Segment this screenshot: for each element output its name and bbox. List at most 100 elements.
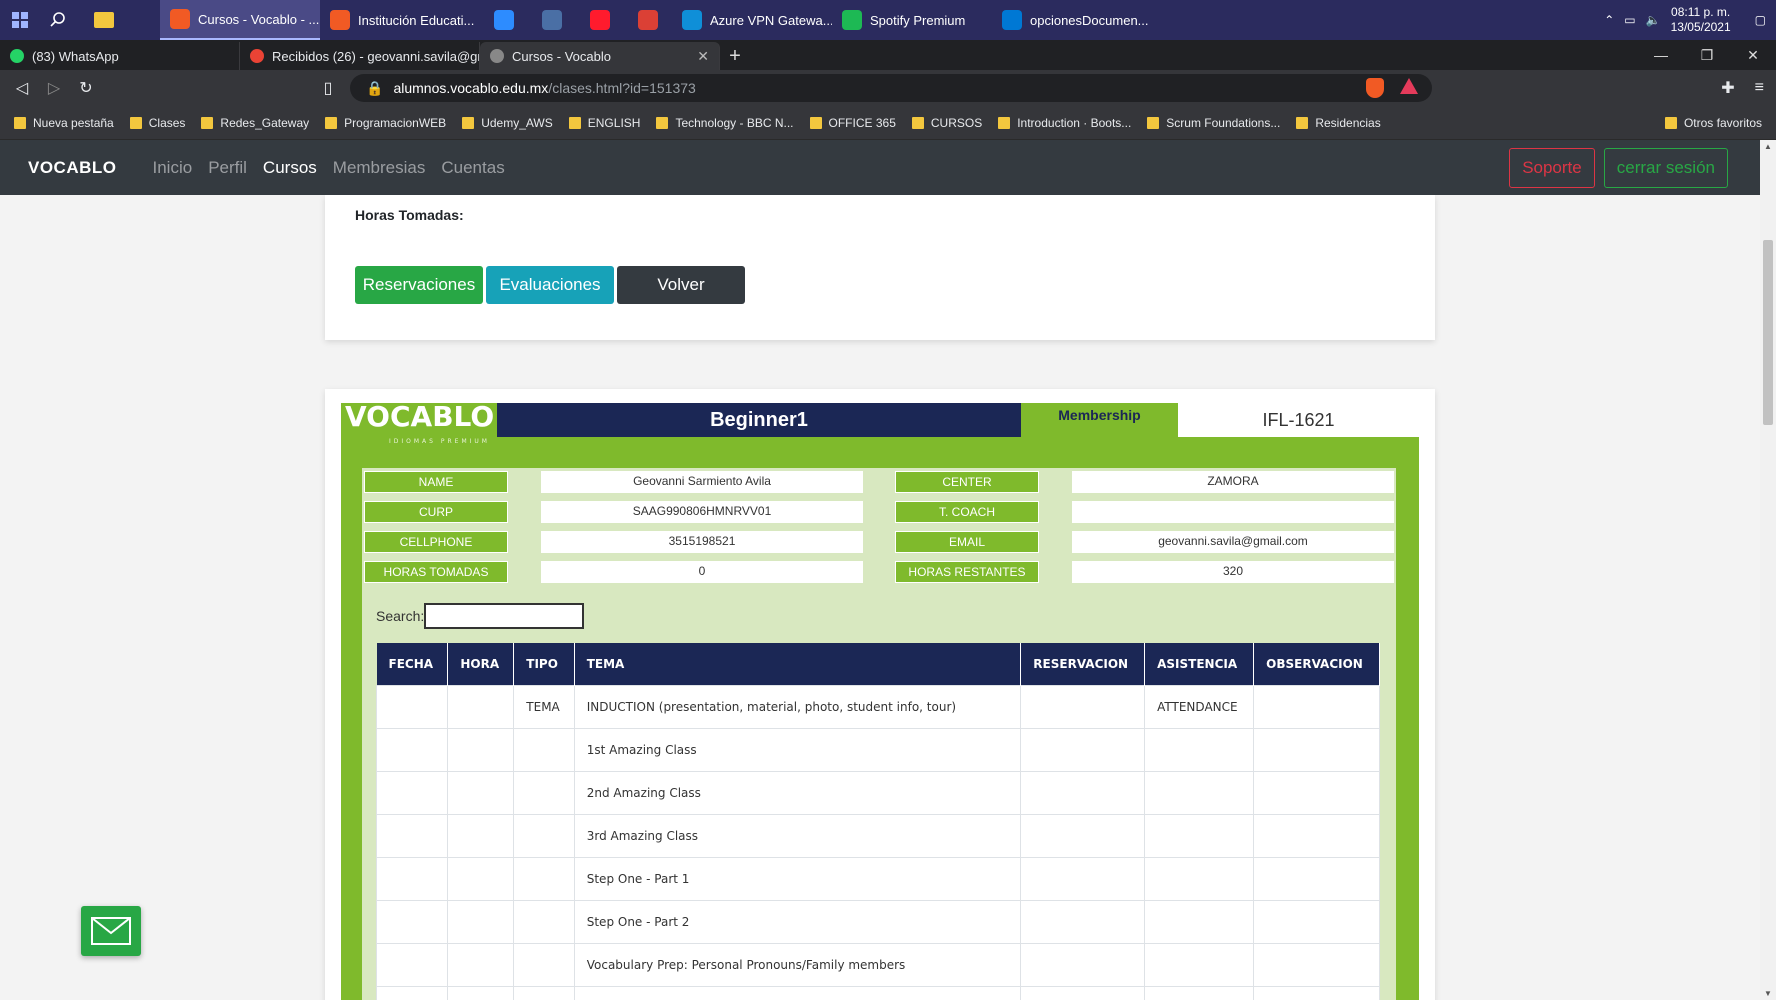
bookmark-item[interactable]: Udemy_AWS bbox=[462, 116, 553, 130]
taskbar-app-label: opcionesDocumen... bbox=[1030, 12, 1149, 28]
bookmark-label: Redes_Gateway bbox=[220, 115, 310, 130]
column-header[interactable]: FECHA bbox=[376, 643, 449, 685]
page-scrollbar[interactable]: ▲ ▼ bbox=[1760, 140, 1776, 1000]
table-cell bbox=[1020, 942, 1146, 987]
bookmark-icon bbox=[998, 116, 1011, 129]
file-explorer-icon[interactable] bbox=[78, 0, 130, 40]
table-cell bbox=[1020, 985, 1146, 1000]
browser-tab[interactable]: (83) WhatsApp bbox=[0, 42, 240, 70]
nav-link-cuentas[interactable]: Cuentas bbox=[441, 158, 504, 178]
soporte-button[interactable]: Soporte bbox=[1509, 147, 1595, 188]
brave-icon bbox=[170, 9, 190, 29]
site-logo[interactable]: VOCABLO bbox=[28, 158, 117, 178]
classes-table: FECHA HORA TIPO TEMA RESERVACION ASISTENCIA OB… bbox=[375, 643, 1380, 1000]
windows-start-icon[interactable] bbox=[2, 0, 38, 40]
taskbar-app[interactable] bbox=[528, 0, 576, 40]
taskbar-clock[interactable]: 08:11 p. m. 13/05/2021 bbox=[1671, 5, 1731, 35]
bookmark-item[interactable]: ENGLISH bbox=[568, 116, 640, 130]
table-cell bbox=[447, 899, 515, 944]
forward-icon[interactable]: ▷ bbox=[38, 78, 70, 98]
close-window-icon[interactable]: ✕ bbox=[1730, 40, 1776, 70]
table-cell bbox=[513, 985, 575, 1000]
column-header[interactable]: OBSERVACION bbox=[1253, 643, 1380, 685]
table-row: Vocabulary Prep: Personal Pronouns/Famil… bbox=[375, 942, 1380, 987]
page-content: Horas Tomadas: Reservaciones Evaluacione… bbox=[0, 195, 1760, 1000]
nav-link-membresias[interactable]: Membresias bbox=[333, 158, 426, 178]
column-header[interactable]: TIPO bbox=[513, 643, 575, 685]
search-label: Search: bbox=[376, 608, 425, 624]
scroll-down-icon[interactable]: ▼ bbox=[1764, 989, 1772, 998]
course-level: Beginner1 bbox=[497, 403, 1021, 437]
minimize-icon[interactable]: — bbox=[1638, 40, 1684, 70]
nav-link-inicio[interactable]: Inicio bbox=[153, 158, 193, 178]
back-icon[interactable]: ◁ bbox=[6, 78, 38, 98]
column-header[interactable]: RESERVACION bbox=[1020, 643, 1146, 685]
system-tray: ⌃ ▭ 🔈 08:11 p. m. 13/05/2021 ▢ bbox=[1604, 5, 1776, 35]
reservaciones-button[interactable]: Reservaciones bbox=[355, 266, 483, 304]
nav-link-perfil[interactable]: Perfil bbox=[208, 158, 247, 178]
course-header: VOCABLO IDIOMAS PREMIUM Beginner1 Member… bbox=[341, 403, 1419, 445]
scroll-up-icon[interactable]: ▲ bbox=[1764, 142, 1772, 151]
network-icon[interactable]: ▭ bbox=[1624, 13, 1635, 27]
bookmark-label: CURSOS bbox=[930, 115, 983, 130]
bookmark-item[interactable]: Technology - BBC N... bbox=[656, 116, 794, 130]
column-header[interactable]: HORA bbox=[447, 643, 515, 685]
brave-rewards-icon[interactable] bbox=[1400, 78, 1418, 94]
url-input[interactable]: 🔒 alumnos.vocablo.edu.mx/clases.html?id=… bbox=[350, 74, 1432, 102]
bookmark-other[interactable]: Otros favoritos bbox=[1664, 116, 1762, 130]
restore-icon[interactable]: ❐ bbox=[1684, 40, 1730, 70]
bookmark-item[interactable]: Introduction · Boots... bbox=[998, 116, 1131, 130]
course-logo: VOCABLO IDIOMAS PREMIUM bbox=[341, 403, 497, 445]
table-cell bbox=[1144, 813, 1255, 858]
table-cell bbox=[375, 813, 449, 858]
globe-icon bbox=[490, 49, 504, 63]
nav-link-cursos[interactable]: Cursos bbox=[263, 158, 317, 178]
close-tab-icon[interactable]: ✕ bbox=[697, 48, 709, 65]
volume-icon[interactable]: 🔈 bbox=[1646, 13, 1661, 27]
table-cell bbox=[447, 813, 515, 858]
horas-tomadas-field-label: HORAS TOMADAS bbox=[364, 561, 508, 583]
extensions-icon[interactable]: ✚ bbox=[1721, 78, 1734, 98]
volver-button[interactable]: Volver bbox=[617, 266, 745, 304]
taskbar-app[interactable]: opcionesDocumen... bbox=[992, 0, 1152, 40]
site-navbar: VOCABLO Inicio Perfil Cursos Membresias Cuen… bbox=[0, 140, 1760, 195]
table-cell bbox=[1253, 813, 1380, 858]
table-cell: Step One - Part 2 bbox=[573, 899, 1022, 944]
bookmark-item[interactable]: CURSOS bbox=[911, 115, 983, 130]
bookmark-item[interactable]: OFFICE 365 bbox=[809, 116, 896, 130]
column-header[interactable]: TEMA bbox=[574, 643, 1022, 685]
table-cell bbox=[1253, 942, 1380, 987]
chevron-up-icon[interactable]: ⌃ bbox=[1604, 13, 1614, 27]
bookmark-icon[interactable]: ▯ bbox=[312, 78, 344, 98]
taskbar-app[interactable]: Cursos - Vocablo - ... bbox=[160, 0, 320, 40]
taskbar-app[interactable] bbox=[576, 0, 624, 40]
notifications-icon[interactable]: ▢ bbox=[1755, 13, 1766, 27]
brave-shields-icon[interactable] bbox=[1366, 78, 1384, 98]
bookmark-item[interactable]: Residencias bbox=[1296, 116, 1381, 130]
bookmark-item[interactable]: Nueva pestaña bbox=[14, 116, 114, 130]
reload-icon[interactable]: ↻ bbox=[70, 78, 102, 98]
menu-icon[interactable]: ≡ bbox=[1755, 79, 1764, 97]
taskbar-app[interactable]: Azure VPN Gatewa... bbox=[672, 0, 832, 40]
taskbar-app-label: Institución Educati... bbox=[358, 12, 475, 28]
bookmark-item[interactable]: Clases bbox=[129, 116, 185, 130]
taskbar-app[interactable] bbox=[480, 0, 528, 40]
scroll-thumb[interactable] bbox=[1763, 240, 1773, 425]
evaluaciones-button[interactable]: Evaluaciones bbox=[486, 266, 614, 304]
bookmark-item[interactable]: Redes_Gateway bbox=[201, 116, 309, 130]
bookmark-item[interactable]: ProgramacionWEB bbox=[325, 116, 446, 130]
search-input[interactable] bbox=[424, 603, 585, 629]
new-tab-button[interactable]: + bbox=[720, 42, 750, 70]
contact-mail-button[interactable] bbox=[81, 906, 141, 956]
search-icon[interactable] bbox=[40, 0, 76, 40]
logout-button[interactable]: cerrar sesión bbox=[1603, 147, 1728, 188]
browser-tab[interactable]: Recibidos (26) - geovanni.savila@gma bbox=[240, 42, 480, 70]
bookmark-item[interactable]: Scrum Foundations... bbox=[1147, 116, 1280, 130]
browser-tab[interactable]: Cursos - Vocablo ✕ bbox=[480, 42, 720, 70]
column-header[interactable]: ASISTENCIA bbox=[1144, 643, 1255, 685]
table-cell bbox=[1144, 770, 1255, 815]
taskbar-app[interactable] bbox=[624, 0, 672, 40]
taskbar-app[interactable]: Institución Educati... bbox=[320, 0, 480, 40]
table-row: 3rd Amazing Class bbox=[375, 813, 1380, 858]
taskbar-app[interactable]: Spotify Premium bbox=[832, 0, 992, 40]
